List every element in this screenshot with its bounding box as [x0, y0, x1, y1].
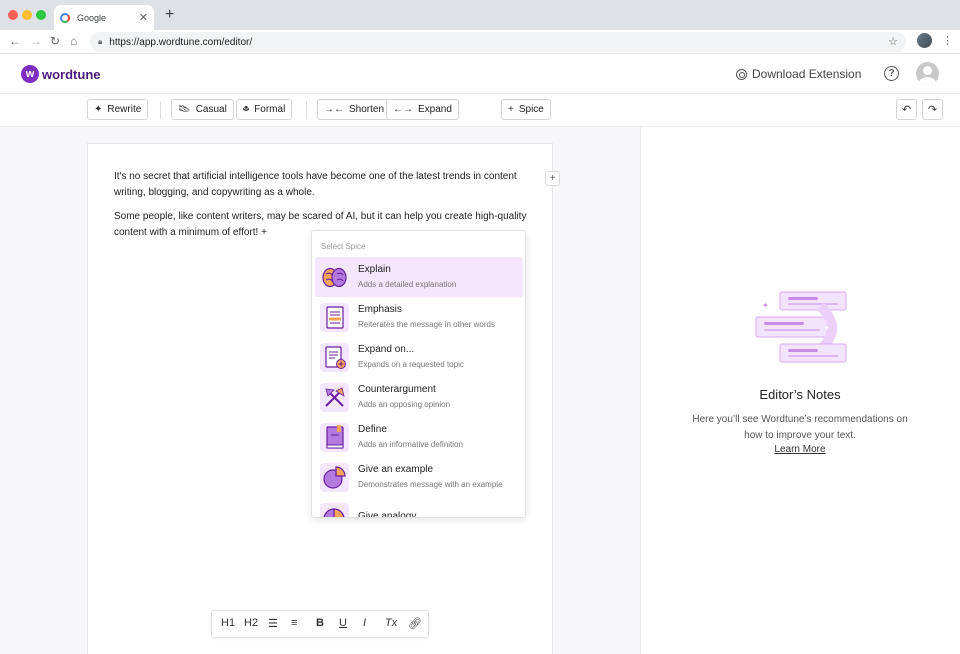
avatar[interactable] [916, 62, 939, 85]
shorten-icon: →← [324, 104, 344, 115]
redo-icon[interactable]: ↷ [922, 99, 943, 120]
spice-item-desc: Adds an informative definition [358, 440, 463, 449]
formal-label: Formal [254, 104, 286, 115]
sparkle-icon: ✦ [94, 104, 103, 115]
bookmark-star-icon[interactable]: ☆ [888, 35, 898, 48]
spice-item-expand-on[interactable]: Expand on... Expands on a requested topi… [315, 337, 523, 377]
reload-icon[interactable]: ↻ [50, 34, 60, 48]
hat-icon: 🎩︎ [243, 104, 250, 115]
formatting-toolbar: H1 H2 ☰ ≡ B U I Tx 🔗︎ [211, 610, 429, 638]
spice-item-name: Explain [358, 264, 391, 275]
sneaker-icon: 👟︎ [178, 104, 191, 115]
spice-item-desc: Expands on a requested topic [358, 360, 464, 369]
shorten-label: Shorten [349, 104, 385, 115]
forward-icon[interactable]: → [30, 34, 42, 48]
notes-title: Editor’s Notes [759, 387, 841, 402]
document-icon [320, 302, 349, 332]
numbered-list-icon[interactable]: ≡ [291, 617, 297, 629]
spice-item-give-example[interactable]: Give an example Demonstrates message wit… [315, 457, 523, 497]
tab-close-icon[interactable]: ✕ [139, 11, 148, 24]
spice-item-counterargument[interactable]: Counterargument Adds an opposing opinion [315, 377, 523, 417]
paragraph[interactable]: It's no secret that artificial intellige… [114, 169, 532, 201]
svg-text:✦: ✦ [824, 324, 830, 332]
toolbar-divider [306, 101, 307, 119]
spice-item-define[interactable]: Define Adds an informative definition [315, 417, 523, 457]
expand-icon: ←→ [393, 104, 413, 115]
home-icon[interactable]: ⌂ [70, 34, 77, 48]
spice-item-name: Give an example [358, 464, 434, 475]
spice-item-desc: Adds a detailed explanation [358, 280, 457, 289]
url-text: https://app.wordtune.com/editor/ [109, 36, 253, 48]
underline-button[interactable]: U [339, 617, 347, 629]
book-icon [320, 422, 349, 452]
brain-icon [320, 262, 349, 292]
url-bar[interactable]: 🔒︎ https://app.wordtune.com/editor/ ☆ [90, 32, 906, 52]
tab-title: Google [77, 12, 107, 23]
link-icon[interactable]: 🔗︎ [408, 617, 422, 630]
wordtune-logo-icon[interactable]: w [21, 65, 39, 83]
spice-button[interactable]: + Spice [501, 99, 551, 120]
rewrite-button[interactable]: ✦ Rewrite [87, 99, 149, 120]
lock-icon: 🔒︎ [98, 37, 103, 46]
spice-item-desc: Adds an opposing opinion [358, 400, 451, 409]
close-window-button[interactable] [8, 10, 18, 20]
heading1-button[interactable]: H1 [221, 617, 235, 629]
casual-label: Casual [195, 104, 227, 115]
browser-tab[interactable]: Google ✕ [54, 5, 154, 30]
shorten-button[interactable]: →← Shorten [317, 99, 392, 120]
spice-item-name: Give analogy [358, 510, 417, 518]
learn-more-link[interactable]: Learn More [640, 444, 960, 455]
bullet-list-icon[interactable]: ☰ [268, 617, 278, 630]
italic-button[interactable]: I [363, 617, 366, 629]
browser-menu-icon[interactable]: ⋮ [942, 34, 953, 47]
app-header: w wordtune Download Extension ? [0, 55, 960, 94]
plus-icon: + [508, 104, 514, 115]
help-icon[interactable]: ? [884, 66, 899, 81]
spice-item-explain[interactable]: Explain Adds a detailed explanation [315, 257, 523, 297]
rewrite-label: Rewrite [107, 104, 142, 115]
wordtune-logo-text[interactable]: wordtune [42, 67, 101, 82]
document-plus-icon [320, 342, 349, 372]
spice-item-name: Define [358, 424, 387, 435]
bold-button[interactable]: B [316, 617, 324, 629]
svg-text:✦: ✦ [762, 301, 769, 310]
chrome-icon [736, 68, 747, 80]
maximize-window-button[interactable] [36, 10, 46, 20]
spice-item-give-analogy[interactable]: Give analogy [315, 497, 523, 518]
spice-item-name: Emphasis [358, 304, 402, 315]
pie-chart-icon [320, 462, 349, 492]
toolbar-divider [160, 101, 161, 119]
pie-icon [320, 502, 349, 517]
spice-item-desc: Demonstrates message with an example [358, 480, 503, 489]
spice-item-name: Expand on... [358, 344, 415, 355]
spice-menu-header: Select Spice [321, 242, 366, 251]
back-icon[interactable]: ← [9, 34, 21, 48]
new-tab-button[interactable]: + [165, 6, 174, 24]
spice-item-desc: Reiterates the message in other words [358, 320, 495, 329]
address-bar-row: ← → ↻ ⌂ 🔒︎ https://app.wordtune.com/edit… [0, 30, 960, 54]
download-extension-label: Download Extension [752, 67, 862, 81]
notes-illustration-icon: ✦ ✦ [755, 291, 847, 363]
spice-label: Spice [518, 104, 544, 115]
minimize-window-button[interactable] [22, 10, 32, 20]
clear-format-button[interactable]: Tx [385, 617, 397, 629]
browser-profile-icon[interactable] [917, 33, 932, 48]
spice-dropdown: Select Spice Explain Adds a detailed exp… [311, 230, 526, 518]
rewrite-toolbar: ✦ Rewrite 👟︎ Casual 🎩︎ Formal →← Shorten… [0, 94, 960, 127]
expand-button[interactable]: ←→ Expand [386, 99, 459, 120]
browser-tab-bar: Google ✕ + [0, 0, 960, 30]
casual-button[interactable]: 👟︎ Casual [171, 99, 234, 120]
formal-button[interactable]: 🎩︎ Formal [236, 99, 293, 120]
spice-item-emphasis[interactable]: Emphasis Reiterates the message in other… [315, 297, 523, 337]
download-extension-button[interactable]: Download Extension [736, 67, 861, 81]
notes-body: Here you’ll see Wordtune’s recommendatio… [692, 414, 908, 441]
add-block-button[interactable]: + [545, 171, 560, 186]
heading2-button[interactable]: H2 [244, 617, 258, 629]
arrows-icon [320, 382, 349, 412]
expand-label: Expand [418, 104, 452, 115]
google-icon [60, 12, 70, 23]
undo-icon[interactable]: ↶ [896, 99, 917, 120]
spice-item-name: Counterargument [358, 384, 436, 395]
